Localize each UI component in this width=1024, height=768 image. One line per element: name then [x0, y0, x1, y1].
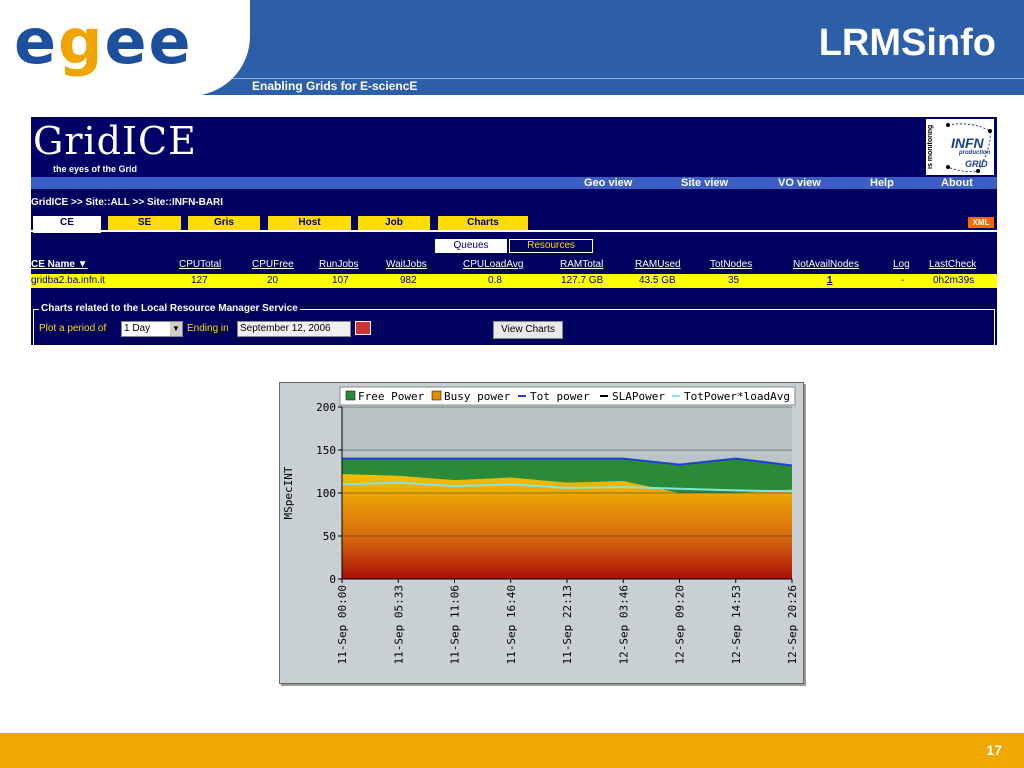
cell-lastcheck: 0h2m39s	[933, 275, 975, 286]
cell-ramtotal: 127.7 GB	[561, 275, 604, 286]
egee-logo-area: egee	[0, 0, 250, 96]
col-cputotal[interactable]: CPUTotal	[179, 259, 221, 270]
queues-toggle[interactable]: Queues	[435, 239, 507, 253]
table-row	[31, 274, 997, 288]
resources-toggle[interactable]: Resources	[509, 239, 593, 253]
y-tick-label-200: 200	[316, 401, 336, 414]
egee-logo: egee	[14, 5, 193, 78]
legend-swatch-1	[431, 390, 442, 401]
breadcrumb: GridICE >> Site::ALL >> Site::INFN-BARI	[31, 197, 224, 208]
cell-ce-name[interactable]: gridba2.ba.infn.it	[31, 275, 105, 286]
x-tick-label-1: 11-Sep 05:33	[392, 585, 405, 664]
cell-runjobs: 107	[332, 275, 349, 286]
col-waitjobs[interactable]: WaitJobs	[386, 259, 427, 270]
nav-vo-view[interactable]: VO view	[778, 177, 821, 189]
legend-label-1: Busy power	[444, 390, 511, 403]
legend-label-0: Free Power	[358, 390, 425, 403]
x-tick-label-0: 11-Sep 00:00	[336, 585, 349, 664]
col-notavailnodes[interactable]: NotAvailNodes	[793, 259, 859, 270]
cell-ramused: 43.5 GB	[639, 275, 676, 286]
ending-label: Ending in	[187, 323, 229, 334]
y-tick-label-0: 0	[329, 573, 336, 586]
cell-cpufree: 20	[267, 275, 279, 286]
charts-legend: Charts related to the Local Resource Man…	[39, 303, 300, 314]
period-select[interactable]: 1 Day ▼	[121, 321, 183, 337]
cell-totnodes: 35	[728, 275, 740, 286]
grid-label: GRID	[965, 159, 988, 169]
nav-about[interactable]: About	[941, 177, 973, 189]
period-select-value: 1 Day	[124, 323, 151, 334]
gridice-panel: GridICE the eyes of the Grid is monitori…	[31, 117, 997, 350]
infn-label: INFN	[951, 135, 984, 151]
nav-geo-view[interactable]: Geo view	[584, 177, 632, 189]
slide-footer	[0, 733, 1024, 768]
gridice-banner: GridICE the eyes of the Grid is monitori…	[31, 117, 997, 177]
tab-gris[interactable]: Gris	[188, 216, 260, 230]
cell-cpuloadavg: 0.8	[488, 275, 502, 286]
legend-label-2: Tot power	[530, 390, 590, 403]
nav-help[interactable]: Help	[870, 177, 894, 189]
y-tick-label-100: 100	[316, 487, 336, 500]
legend-label-4: TotPower*loadAvg	[684, 390, 790, 403]
col-cpuloadavg[interactable]: CPULoadAvg	[463, 259, 523, 270]
col-log[interactable]: Log	[893, 259, 910, 270]
y-tick-label-50: 50	[323, 530, 336, 543]
y-tick-label-150: 150	[316, 444, 336, 457]
y-axis-label: MSpecINT	[282, 466, 295, 519]
x-tick-label-4: 11-Sep 22:13	[561, 585, 574, 664]
col-ce-name[interactable]: CE Name ▼	[31, 259, 88, 270]
cell-waitjobs: 982	[400, 275, 417, 286]
x-tick-label-3: 11-Sep 16:40	[505, 585, 518, 664]
page-number: 17	[986, 742, 1002, 758]
production-label: production	[959, 150, 991, 156]
nav-site-view[interactable]: Site view	[681, 177, 728, 189]
legend-label-3: SLAPower	[612, 390, 665, 403]
tab-job[interactable]: Job	[358, 216, 430, 230]
x-tick-label-5: 12-Sep 03:46	[617, 585, 630, 664]
slide-tagline: Enabling Grids for E-sciencE	[252, 79, 418, 93]
tab-se[interactable]: SE	[108, 216, 181, 230]
tab-underline	[31, 230, 997, 232]
tab-charts[interactable]: Charts	[438, 216, 528, 230]
tab-host[interactable]: Host	[268, 216, 351, 230]
x-tick-label-7: 12-Sep 14:53	[730, 585, 743, 664]
top-nav: Geo view Site view VO view Help About	[31, 177, 997, 189]
lrms-chart: 0 50 100 150 200 MSpecINT 11-Sep 00:00 11-Sep 0…	[279, 382, 804, 684]
xml-button[interactable]: XML	[968, 217, 994, 228]
col-ramtotal[interactable]: RAMTotal	[560, 259, 603, 270]
ending-date-field[interactable]: September 12, 2006	[237, 321, 351, 337]
col-cpufree[interactable]: CPUFree	[252, 259, 294, 270]
gridice-logo: GridICE	[33, 119, 197, 163]
col-ramused[interactable]: RAMUsed	[635, 259, 681, 270]
chart-svg: 0 50 100 150 200 MSpecINT 11-Sep 00:00 11-Sep 0…	[282, 386, 799, 664]
view-charts-button[interactable]: View Charts	[493, 321, 563, 339]
col-totnodes[interactable]: TotNodes	[710, 259, 752, 270]
cell-notavailnodes[interactable]: 1	[827, 275, 833, 286]
x-tick-label-2: 11-Sep 11:06	[449, 585, 462, 664]
plot-period-label: Plot a period of	[39, 323, 107, 334]
col-lastcheck[interactable]: LastCheck	[929, 259, 976, 270]
calendar-icon[interactable]	[355, 321, 371, 335]
gridice-subtitle: the eyes of the Grid	[53, 164, 138, 174]
monitoring-label: is monitoring	[927, 124, 934, 170]
x-tick-label-8: 12-Sep 20:26	[786, 585, 799, 664]
col-runjobs[interactable]: RunJobs	[319, 259, 358, 270]
cell-log: -	[901, 275, 905, 286]
chevron-down-icon[interactable]: ▼	[170, 322, 182, 336]
x-tick-label-6: 12-Sep 09:20	[674, 585, 687, 664]
legend-swatch-0	[345, 390, 356, 401]
cell-cputotal: 127	[191, 275, 208, 286]
slide-title: LRMSinfo	[818, 22, 996, 64]
